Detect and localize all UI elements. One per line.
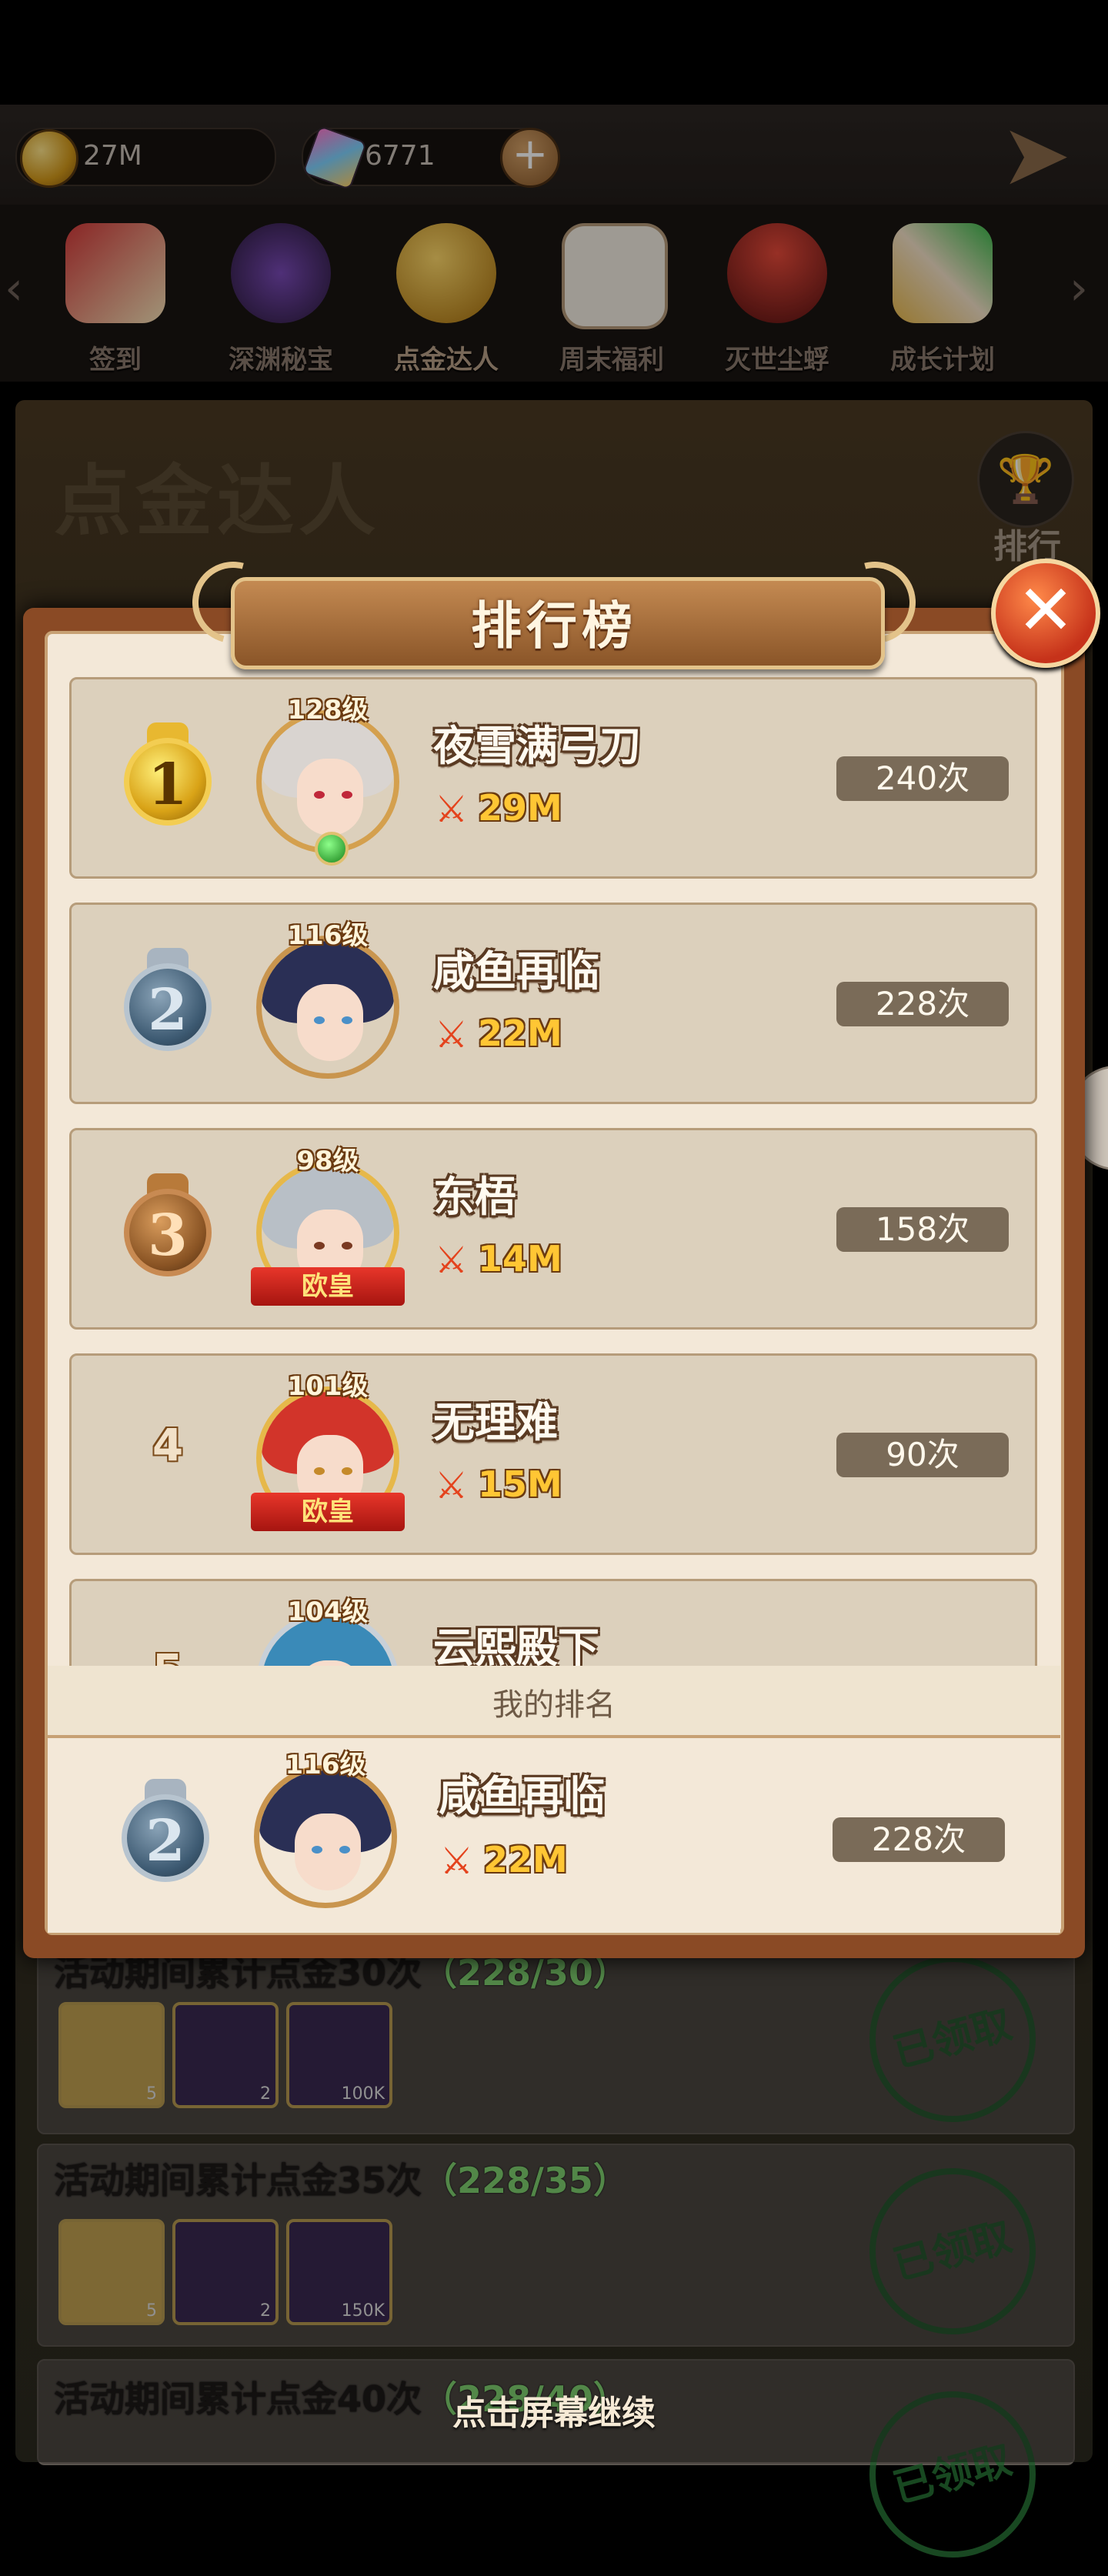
- ranking-row[interactable]: 3 98级 欧皇 东梧 ⚔ 14M 158次: [69, 1128, 1037, 1330]
- close-icon: ✕: [1016, 570, 1075, 651]
- crossed-swords-icon: ⚔: [435, 788, 469, 831]
- player-name: 咸鱼再临: [433, 947, 599, 996]
- rank-number: 4: [152, 1419, 184, 1471]
- silver-medal-icon: 2: [118, 948, 218, 1063]
- ranking-row[interactable]: 4 101级 欧皇 无理难 ⚔ 15M 90次: [69, 1353, 1037, 1555]
- crossed-swords-icon: ⚔: [435, 1013, 469, 1056]
- close-button[interactable]: ✕: [991, 559, 1100, 668]
- count-badge: 90次: [836, 1433, 1009, 1477]
- count-badge: 228次: [833, 1817, 1005, 1862]
- rank-number: 5: [141, 1644, 195, 1666]
- dialog-title-banner: 排行榜: [177, 546, 931, 669]
- count-badge: 158次: [836, 1207, 1009, 1252]
- count-badge: 228次: [836, 982, 1009, 1026]
- ranking-row[interactable]: 1 128级 夜雪满弓刀 ⚔ 29M 240次: [69, 677, 1037, 879]
- bronze-medal-icon: 3: [118, 1173, 218, 1289]
- crossed-swords-icon: ⚔: [440, 1840, 474, 1883]
- lucky-badge: 欧皇: [251, 1493, 405, 1531]
- ranking-list[interactable]: 1 128级 夜雪满弓刀 ⚔ 29M 240次 2 116级 咸鱼再临 ⚔ 22…: [69, 677, 1039, 1666]
- avatar[interactable]: 104级: [247, 1597, 409, 1666]
- player-name: 无理难: [433, 1398, 558, 1446]
- avatar[interactable]: 101级 欧皇: [247, 1371, 409, 1539]
- dialog-title: 排行榜: [471, 596, 637, 656]
- player-name: 咸鱼再临: [439, 1772, 605, 1820]
- avatar[interactable]: 116级: [247, 920, 409, 1088]
- silver-medal-icon: 2: [115, 1779, 215, 1894]
- ranking-row[interactable]: 2 116级 咸鱼再临 ⚔ 22M 228次: [69, 903, 1037, 1104]
- avatar[interactable]: 98级 欧皇: [247, 1146, 409, 1313]
- player-name: 东梧: [433, 1173, 516, 1221]
- avatar[interactable]: 116级: [245, 1750, 406, 1917]
- emerald-gem-icon: [315, 832, 349, 866]
- my-rank-header: 我的排名: [48, 1666, 1060, 1738]
- continue-hint: 点击屏幕继续: [452, 2394, 656, 2433]
- my-rank-row[interactable]: 2 116级 咸鱼再临 ⚔ 22M 228次: [48, 1740, 1060, 1933]
- crossed-swords-icon: ⚔: [435, 1464, 469, 1507]
- count-badge: 240次: [836, 756, 1009, 801]
- lucky-badge: 欧皇: [251, 1267, 405, 1306]
- player-name: 云熙殿下: [433, 1623, 599, 1666]
- avatar[interactable]: 128级: [247, 695, 409, 866]
- crossed-swords-icon: ⚔: [435, 1239, 469, 1282]
- gold-medal-icon: 1: [118, 722, 218, 838]
- ranking-row[interactable]: 5 104级 云熙殿下: [69, 1579, 1037, 1666]
- player-name: 夜雪满弓刀: [433, 722, 641, 770]
